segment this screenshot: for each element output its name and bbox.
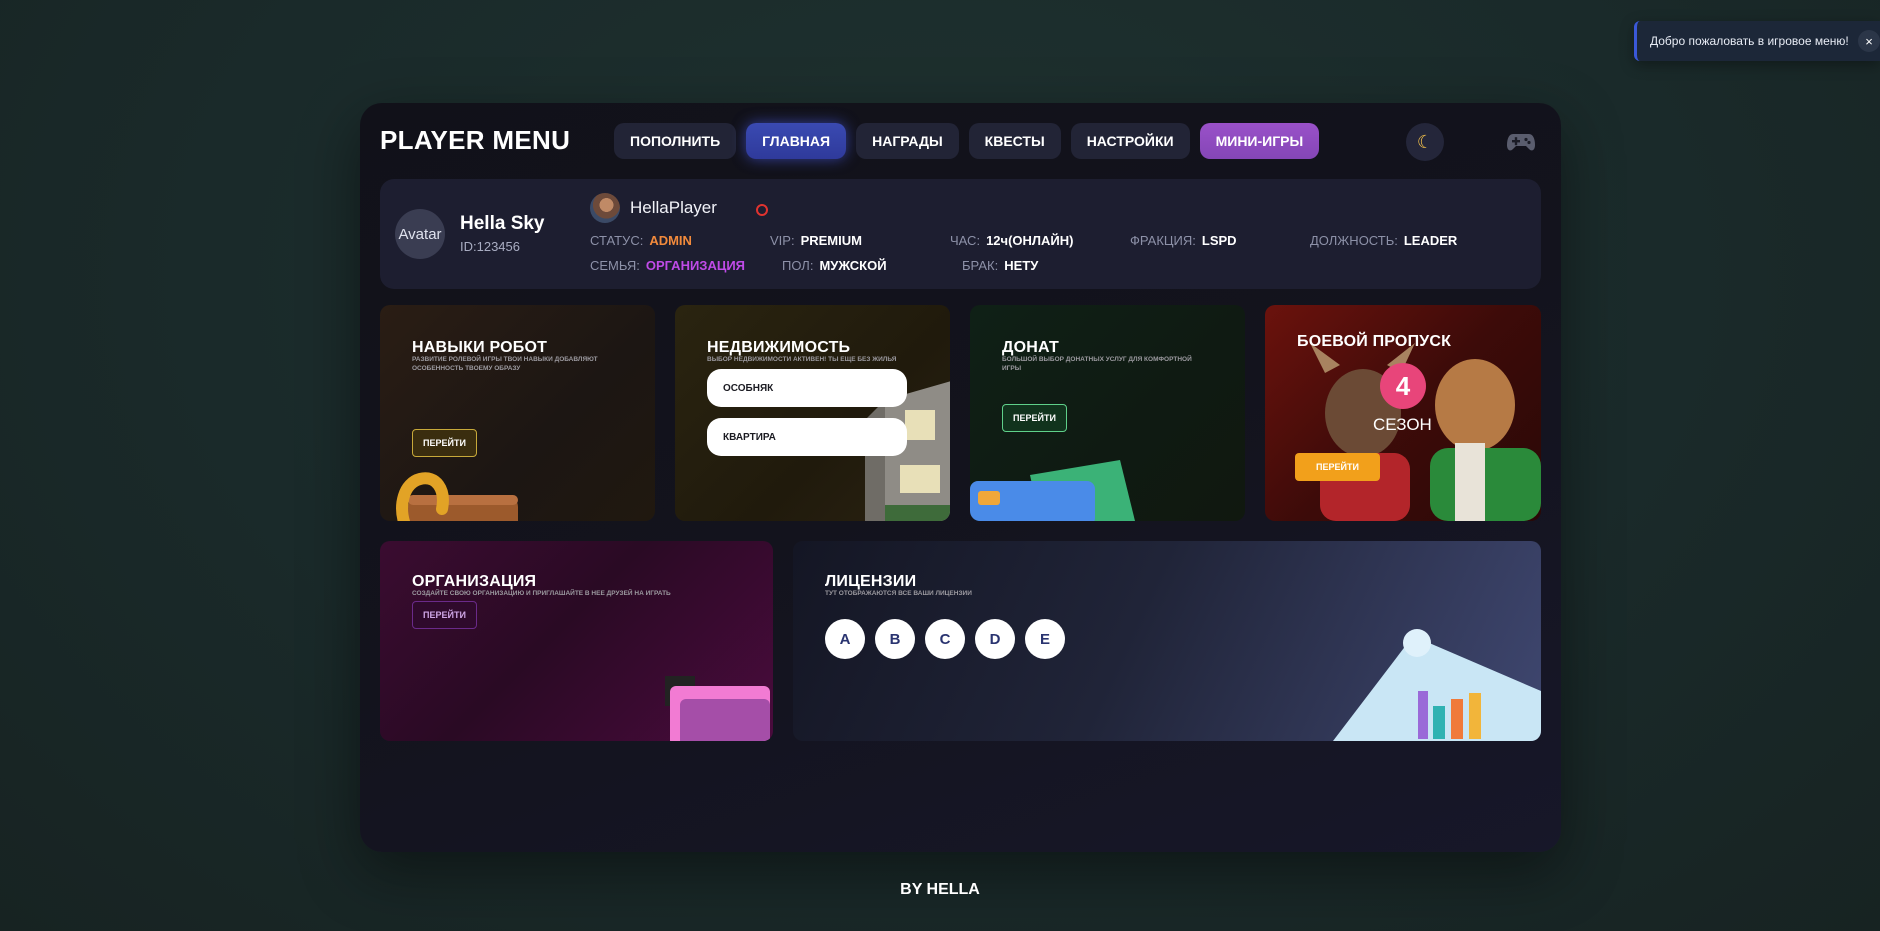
skills-card: НАВЫКИ РОБОТ РАЗВИТИЕ РОЛЕВОЙ ИГРЫ ТВОИ … <box>380 305 655 521</box>
stat-faction-value: LSPD <box>1201 233 1237 248</box>
nav-home-button[interactable]: ГЛАВНАЯ <box>746 123 847 159</box>
gamepad-icon[interactable] <box>1506 130 1536 154</box>
nav-topup-button[interactable]: ПОПОЛНИТЬ <box>614 123 737 159</box>
organization-card: ОРГАНИЗАЦИЯ СОЗДАЙТЕ СВОЮ ОРГАНИЗАЦИЮ И … <box>380 541 773 741</box>
footer-credit: BY HELLA <box>900 881 980 898</box>
realty-apartment-button[interactable]: КВАРТИРА <box>707 418 907 456</box>
folder-illustration <box>665 676 770 741</box>
nav-quests-button[interactable]: КВЕСТЫ <box>968 123 1061 159</box>
skills-go-button[interactable]: ПЕРЕЙТИ <box>412 429 477 457</box>
season-number: 4 <box>1380 363 1426 409</box>
welcome-toast: Добро пожаловать в игровое меню! × <box>1634 21 1880 61</box>
username: HellaPlayer <box>630 198 717 217</box>
stat-marriage-value: НЕТУ <box>1004 258 1039 273</box>
donate-subtitle: БОЛЬШОЙ ВЫБОР ДОНАТНЫХ УСЛУГ ДЛЯ КОМФОРТ… <box>1002 356 1192 372</box>
player-menu-panel: PLAYER MENU ПОПОЛНИТЬ ГЛАВНАЯ НАГРАДЫ КВ… <box>360 103 1561 852</box>
donate-title: ДОНАТ <box>1002 339 1059 356</box>
moon-icon[interactable]: ☾ <box>1406 123 1444 161</box>
toast-text: Добро пожаловать в игровое меню! <box>1650 34 1849 48</box>
license-d-badge[interactable]: D <box>975 619 1015 659</box>
stat-vip: VIP: PREMIUM <box>770 233 862 248</box>
licenses-card: ЛИЦЕНЗИИ ТУТ ОТОБРАЖАЮТСЯ ВСЕ ВАШИ ЛИЦЕН… <box>793 541 1541 741</box>
bag-illustration <box>396 472 518 521</box>
nav-minigames-button[interactable]: МИНИ-ИГРЫ <box>1199 123 1320 159</box>
money-illustration <box>970 460 1135 521</box>
stat-marriage-label: БРАК: <box>962 258 999 273</box>
organization-title: ОРГАНИЗАЦИЯ <box>412 573 537 590</box>
stat-status: СТАТУС: ADMIN <box>590 233 692 248</box>
stat-faction-label: ФРАКЦИЯ: <box>1130 233 1196 248</box>
stat-hours-label: ЧАС: <box>950 233 981 248</box>
profile-card: Avatar Hella Sky ID:123456 HellaPlayer С… <box>380 179 1541 289</box>
stat-status-value: ADMIN <box>649 233 692 248</box>
donate-go-button[interactable]: ПЕРЕЙТИ <box>1002 404 1067 432</box>
skills-subtitle: РАЗВИТИЕ РОЛЕВОЙ ИГРЫ ТВОИ НАВЫКИ ДОБАВЛ… <box>412 356 598 372</box>
stat-family-value: ОРГАНИЗАЦИЯ <box>645 258 746 273</box>
online-status-icon <box>756 204 768 216</box>
avatar: Avatar <box>395 209 445 259</box>
stat-hours: ЧАС: 12ч(ОНЛАЙН) <box>950 233 1073 248</box>
stat-vip-label: VIP: <box>770 233 795 248</box>
close-icon[interactable]: × <box>1858 30 1880 52</box>
license-e-badge[interactable]: E <box>1025 619 1065 659</box>
license-b-badge[interactable]: B <box>875 619 915 659</box>
stat-marriage: БРАК: НЕТУ <box>962 258 1038 273</box>
battle-pass-card: БОЕВОЙ ПРОПУСК 4 СЕЗОН ПЕРЕЙТИ <box>1265 305 1541 521</box>
organization-go-button[interactable]: ПЕРЕЙТИ <box>412 601 477 629</box>
stat-status-label: СТАТУС: <box>590 233 644 248</box>
license-a-badge[interactable]: A <box>825 619 865 659</box>
license-c-badge[interactable]: C <box>925 619 965 659</box>
stat-family-label: СЕМЬЯ: <box>590 258 640 273</box>
stat-gender-value: МУЖСКОЙ <box>819 258 887 273</box>
stat-hours-value: 12ч(ОНЛАЙН) <box>986 233 1074 248</box>
licenses-title: ЛИЦЕНЗИИ <box>825 573 917 590</box>
stat-family: СЕМЬЯ: ОРГАНИЗАЦИЯ <box>590 258 745 273</box>
stat-position: ДОЛЖНОСТЬ: LEADER <box>1310 233 1457 248</box>
nav-rewards-button[interactable]: НАГРАДЫ <box>856 123 959 159</box>
user-avatar <box>590 193 620 223</box>
stat-faction: ФРАКЦИЯ: LSPD <box>1130 233 1237 248</box>
season-label: СЕЗОН <box>1373 415 1432 434</box>
donate-card: ДОНАТ БОЛЬШОЙ ВЫБОР ДОНАТНЫХ УСЛУГ ДЛЯ К… <box>970 305 1245 521</box>
top-nav: ПОПОЛНИТЬ ГЛАВНАЯ НАГРАДЫ КВЕСТЫ НАСТРОЙ… <box>614 123 1320 159</box>
battle-pass-title: БОЕВОЙ ПРОПУСК <box>1297 333 1452 350</box>
stat-vip-value: PREMIUM <box>800 233 862 248</box>
brand-title: PLAYER MENU <box>380 125 571 155</box>
realty-mansion-button[interactable]: ОСОБНЯК <box>707 369 907 407</box>
avatar-alt: Avatar <box>398 225 442 243</box>
player-id: ID:123456 <box>460 239 520 254</box>
skills-title: НАВЫКИ РОБОТ <box>412 339 548 356</box>
realty-title: НЕДВИЖИМОСТЬ <box>707 339 851 356</box>
stat-position-label: ДОЛЖНОСТЬ: <box>1310 233 1398 248</box>
battle-pass-go-button[interactable]: ПЕРЕЙТИ <box>1295 453 1380 481</box>
stat-gender-label: ПОЛ: <box>782 258 814 273</box>
stat-gender: ПОЛ: МУЖСКОЙ <box>782 258 887 273</box>
player-name: Hella Sky <box>460 213 545 234</box>
organization-subtitle: СОЗДАЙТЕ СВОЮ ОРГАНИЗАЦИЮ И ПРИГЛАШАЙТЕ … <box>412 590 671 597</box>
stat-position-value: LEADER <box>1403 233 1458 248</box>
licenses-subtitle: ТУТ ОТОБРАЖАЮТСЯ ВСЕ ВАШИ ЛИЦЕНЗИИ <box>825 590 972 597</box>
realty-card: НЕДВИЖИМОСТЬ ВЫБОР НЕДВИЖИМОСТИ АКТИВЕН!… <box>675 305 950 521</box>
chart-scroll-illustration <box>1333 629 1541 741</box>
nav-settings-button[interactable]: НАСТРОЙКИ <box>1070 123 1190 159</box>
